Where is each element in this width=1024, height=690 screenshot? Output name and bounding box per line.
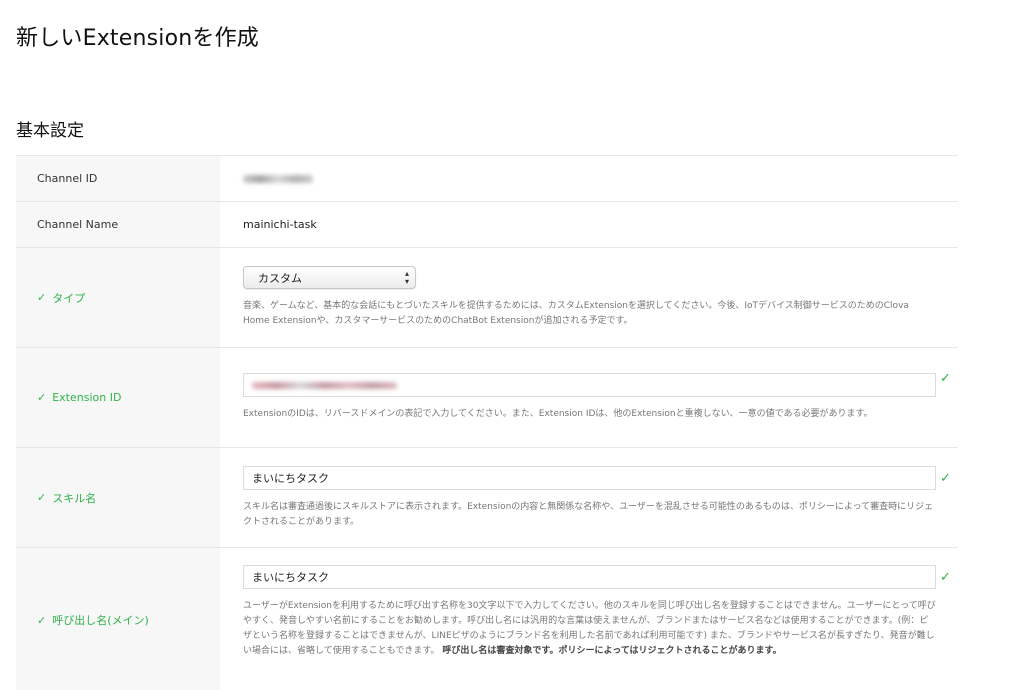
value-invocation-name: まいにちタスク ✓ ユーザーがExtensionを利用するために呼び出す名称を3… — [220, 548, 958, 690]
invocation-name-value: まいにちタスク — [252, 571, 329, 584]
label-text: 呼び出し名(メイン) — [52, 614, 149, 627]
invocation-help-bold: 呼び出し名は審査対象です。ポリシーによってはリジェクトされることがあります。 — [442, 646, 782, 656]
row-channel-name: Channel Name mainichi-task — [16, 202, 958, 248]
row-skill-name: ✓ スキル名 まいにちタスク ✓ スキル名は審査通過後にスキルストアに表示されま… — [16, 448, 958, 548]
skill-name-input[interactable]: まいにちタスク — [243, 465, 936, 490]
label-text: Channel Name — [37, 218, 119, 231]
check-icon: ✓ — [940, 570, 951, 585]
channel-name-text: mainichi-task — [243, 218, 317, 231]
label-extension-id: ✓ Extension ID — [16, 348, 220, 447]
basic-settings-form: Channel ID Channel Name mainichi-task ✓ … — [16, 155, 958, 690]
skill-name-value: まいにちタスク — [252, 471, 329, 485]
check-icon: ✓ — [37, 291, 47, 304]
label-channel-name: Channel Name — [16, 202, 220, 247]
extension-id-input[interactable] — [243, 373, 936, 397]
type-help-text: 音楽、ゲームなど、基本的な会話にもとづいたスキルを提供するためには、カスタムEx… — [243, 301, 909, 326]
label-type: ✓ タイプ — [16, 248, 220, 347]
row-invocation-name: ✓ 呼び出し名(メイン) まいにちタスク ✓ ユーザーがExtensionを利用… — [16, 548, 958, 690]
value-skill-name: まいにちタスク ✓ スキル名は審査通過後にスキルストアに表示されます。Exten… — [220, 448, 958, 547]
value-type: カスタム ▴ ▾ 音楽、ゲームなど、基本的な会話にもとづいたスキルを提供するために… — [220, 248, 958, 347]
value-channel-id — [220, 156, 958, 201]
value-extension-id: ✓ ExtensionのIDは、リバースドメインの表記で入力してください。また、… — [220, 348, 958, 447]
skill-name-help-text: スキル名は審査通過後にスキルストアに表示されます。Extensionの内容と無関… — [243, 501, 934, 527]
label-text: Channel ID — [37, 172, 98, 185]
select-arrows-icon: ▴ ▾ — [404, 268, 409, 286]
value-channel-name: mainichi-task — [220, 202, 958, 247]
invocation-name-input[interactable]: まいにちタスク — [243, 565, 936, 589]
check-icon: ✓ — [37, 391, 47, 404]
row-channel-id: Channel ID — [16, 156, 958, 202]
redacted-extension-id — [252, 381, 397, 389]
redacted-channel-id — [243, 174, 313, 183]
page-title: 新しいExtensionを作成 — [16, 26, 260, 51]
check-icon: ✓ — [37, 613, 47, 627]
section-title: 基本設定 — [16, 121, 84, 141]
label-invocation-name: ✓ 呼び出し名(メイン) — [16, 548, 220, 690]
label-text: スキル名 — [52, 491, 97, 505]
row-extension-id: ✓ Extension ID ✓ ExtensionのIDは、リバースドメインの… — [16, 348, 958, 448]
type-select-value: カスタム — [258, 271, 302, 285]
invocation-name-help-text: ユーザーがExtensionを利用するために呼び出す名称を30文字以下で入力して… — [243, 599, 936, 659]
label-skill-name: ✓ スキル名 — [16, 448, 220, 547]
extension-id-help-text: ExtensionのIDは、リバースドメインの表記で入力してください。また、Ex… — [243, 409, 873, 419]
check-icon: ✓ — [940, 371, 951, 386]
label-channel-id: Channel ID — [16, 156, 220, 201]
check-icon: ✓ — [37, 491, 47, 504]
check-icon: ✓ — [940, 471, 951, 486]
label-text: タイプ — [52, 291, 86, 305]
type-select[interactable]: カスタム ▴ ▾ — [243, 266, 416, 289]
label-text: Extension ID — [52, 391, 122, 404]
row-type: ✓ タイプ カスタム ▴ ▾ 音楽、ゲームなど、基本的な会話にもとづいたスキルを提… — [16, 248, 958, 348]
